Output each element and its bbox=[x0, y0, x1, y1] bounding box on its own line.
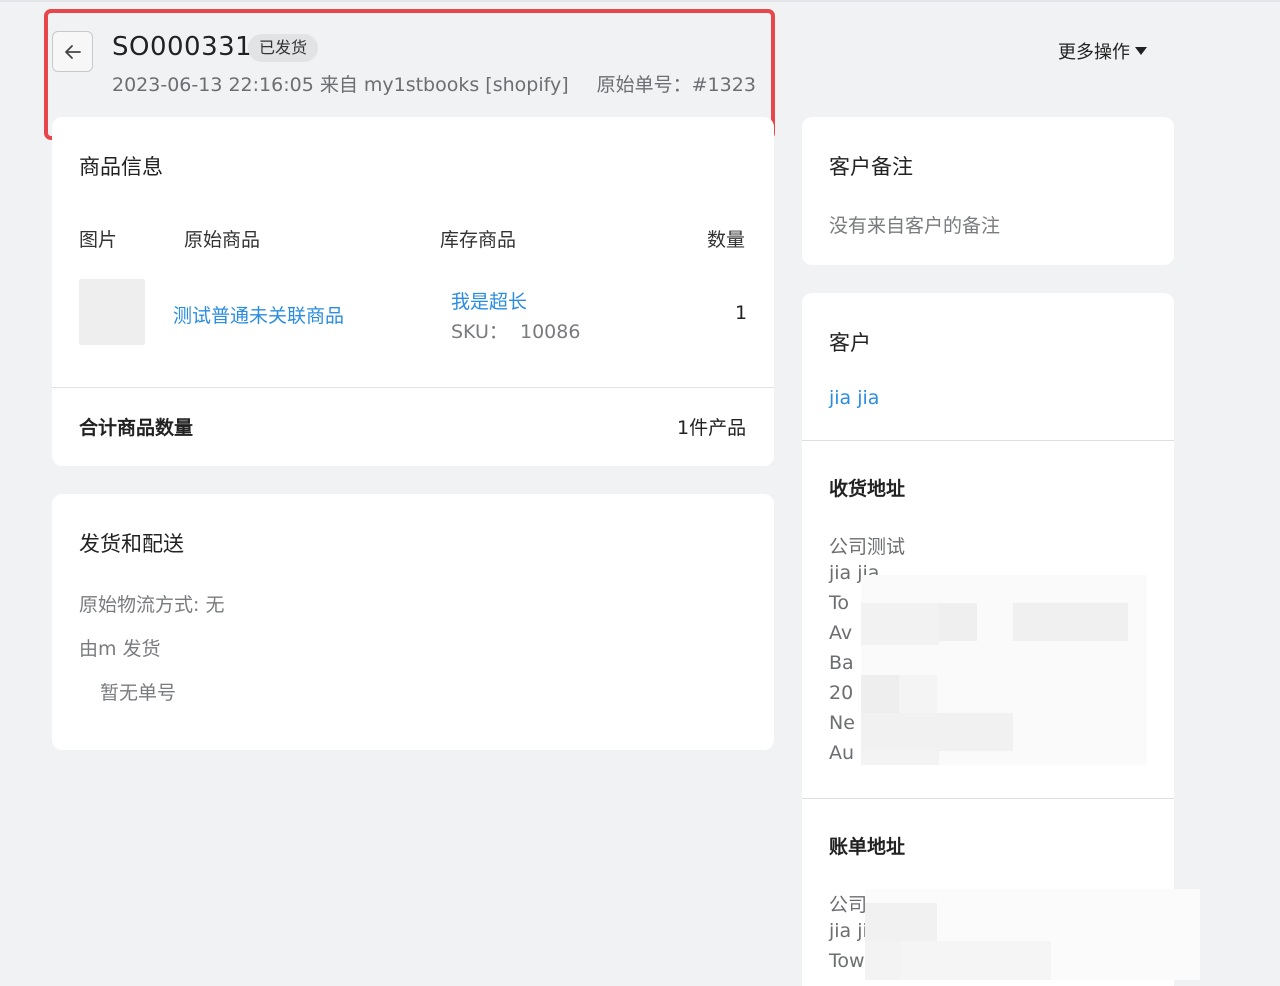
more-actions-label: 更多操作 bbox=[1058, 42, 1130, 63]
original-order-number: 原始单号：#1323 bbox=[596, 74, 756, 96]
shipping-address-line: Av bbox=[829, 622, 853, 644]
order-meta: 2023-06-13 22:16:05 来自 my1stbooks [shopi… bbox=[112, 70, 756, 97]
top-border bbox=[0, 0, 1280, 2]
product-thumbnail bbox=[79, 279, 145, 345]
order-id: SO000331 bbox=[112, 32, 253, 62]
shipping-address-title: 收货地址 bbox=[829, 478, 906, 500]
redaction-mosaic bbox=[861, 575, 1147, 765]
order-date-source: 2023-06-13 22:16:05 来自 my1stbooks [shopi… bbox=[112, 74, 569, 96]
inventory-product-link[interactable]: 我是超长 bbox=[451, 287, 527, 314]
customer-name-link[interactable]: jia jia bbox=[829, 387, 879, 409]
shipping-address-line: 20 bbox=[829, 682, 854, 704]
billing-address-line: 公司 bbox=[829, 894, 868, 916]
divider bbox=[802, 440, 1174, 441]
shipping-card: 发货和配送 原始物流方式: 无 由m 发货 暂无单号 bbox=[52, 494, 774, 750]
shipping-address-line: Au bbox=[829, 742, 855, 764]
arrow-left-icon bbox=[64, 44, 81, 59]
shipping-address-line: Ne bbox=[829, 712, 855, 734]
column-quantity: 数量 bbox=[707, 229, 746, 251]
column-inventory-product: 库存商品 bbox=[440, 229, 517, 251]
sku-text: SKU： 10086 bbox=[451, 321, 581, 343]
product-info-card: 商品信息 图片 原始商品 库存商品 数量 测试普通未关联商品 我是超长 SKU：… bbox=[52, 117, 774, 466]
tracking-number: 暂无单号 bbox=[100, 682, 177, 704]
customer-notes-empty: 没有来自客户的备注 bbox=[829, 215, 1001, 237]
customer-notes-title: 客户备注 bbox=[829, 155, 913, 179]
redaction-mosaic bbox=[865, 889, 1200, 980]
shipper: 由m 发货 bbox=[79, 638, 161, 660]
quantity-value: 1 bbox=[735, 302, 748, 324]
shipping-title: 发货和配送 bbox=[79, 532, 184, 556]
shipping-method: 原始物流方式: 无 bbox=[79, 594, 225, 616]
customer-notes-card: 客户备注 没有来自客户的备注 bbox=[802, 117, 1174, 265]
customer-card: 客户 jia jia 收货地址 公司测试 jia jia To Av Ba 20… bbox=[802, 293, 1174, 986]
caret-down-icon bbox=[1135, 47, 1147, 55]
total-items-value: 1件产品 bbox=[677, 417, 747, 439]
original-product-link[interactable]: 测试普通未关联商品 bbox=[173, 301, 344, 328]
product-info-title: 商品信息 bbox=[79, 155, 163, 179]
billing-address-line: Tow bbox=[829, 950, 865, 972]
status-badge: 已发货 bbox=[248, 34, 319, 62]
shipping-address-line: Ba bbox=[829, 652, 854, 674]
shipping-address-line: To bbox=[829, 592, 850, 614]
billing-address-title: 账单地址 bbox=[829, 836, 906, 858]
column-original-product: 原始商品 bbox=[184, 229, 261, 251]
shipping-address-line: 公司测试 bbox=[829, 536, 906, 558]
more-actions-dropdown[interactable]: 更多操作 bbox=[1058, 38, 1147, 64]
total-items-label: 合计商品数量 bbox=[79, 417, 194, 439]
customer-title: 客户 bbox=[829, 331, 871, 355]
divider bbox=[802, 798, 1174, 799]
column-image: 图片 bbox=[79, 229, 118, 251]
billing-address-line: jia ji bbox=[829, 920, 868, 942]
divider bbox=[52, 387, 774, 388]
back-button[interactable] bbox=[52, 31, 93, 72]
